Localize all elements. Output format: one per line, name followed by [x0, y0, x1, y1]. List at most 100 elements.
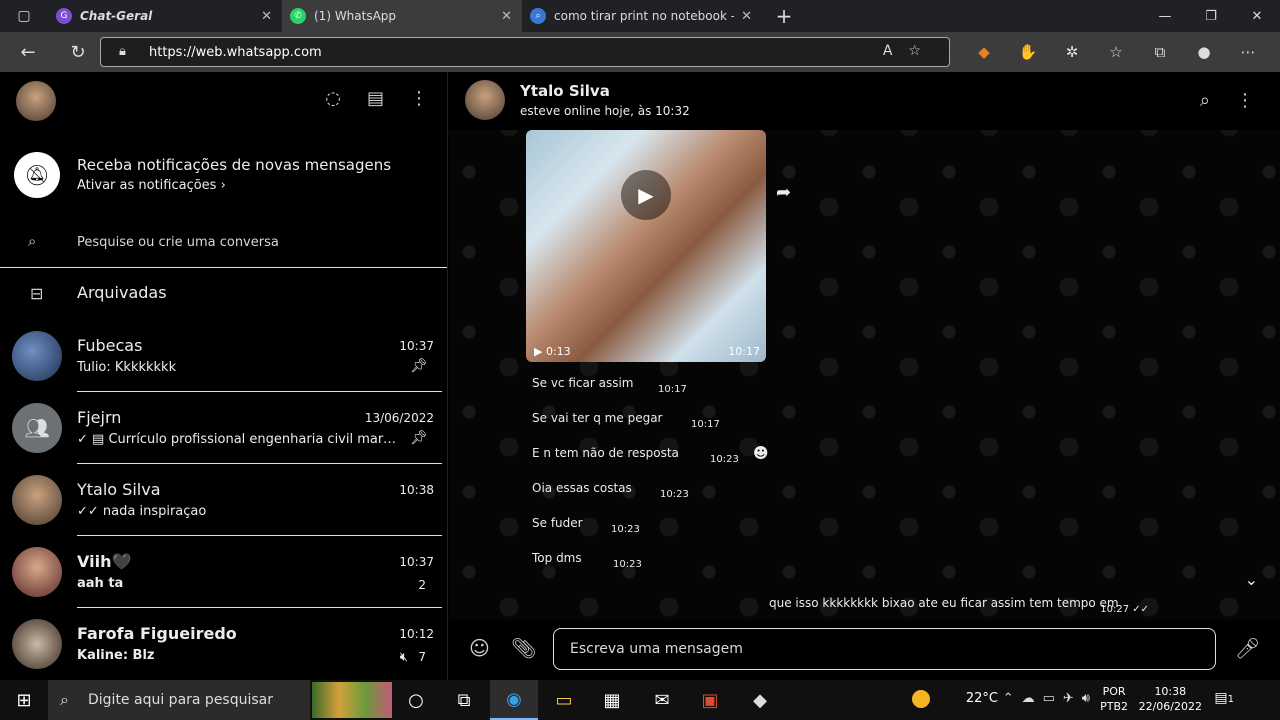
search-bar[interactable]: ⌕ Pesquise ou crie uma conversa [0, 218, 447, 268]
chat-list-panel: ◌ ▤ ⋮ 🔕︎ Receba notificações de novas me… [0, 72, 448, 680]
search-highlight-image [312, 682, 392, 718]
chat-item-ytalo-silva[interactable]: Ytalo Silva 10:38 ✓✓ nada inspiraçao [0, 464, 447, 536]
close-window-button[interactable]: ✕ [1234, 0, 1280, 32]
menu-icon[interactable]: ⋮ [410, 88, 428, 109]
video-message[interactable]: ▶ ▶ 0:13 10:17 [526, 130, 766, 362]
message-text: E n tem não de resposta [532, 446, 679, 460]
tab-whatsapp[interactable]: ✆ (1) WhatsApp ✕ [282, 0, 522, 32]
search-input[interactable]: Pesquise ou crie uma conversa [77, 235, 279, 250]
roblox-icon[interactable]: ◆ [736, 680, 784, 720]
pin-icon: 📌︎ [410, 430, 428, 446]
whatsapp-favicon-icon: ✆ [290, 8, 306, 24]
chat-item-fubecas[interactable]: Fubecas 10:37 Tulio: Kkkkkkkk 📌︎ [0, 320, 447, 392]
address-bar-row: ← ↻ 🔒︎ https://web.whatsapp.com A☆ ◆ ✋ ✲… [0, 32, 1280, 72]
tray-icons[interactable]: ⌃☁▭✈🔊︎ [1003, 691, 1098, 706]
muted-icon: 🔇︎ [399, 650, 408, 665]
tab-actions-icon[interactable]: ▢ [0, 0, 48, 32]
keyboard-layout: PTB2 [1100, 700, 1128, 713]
new-tab-button[interactable]: + [762, 0, 806, 32]
back-button[interactable]: ← [0, 32, 56, 72]
url-field[interactable]: 🔒︎ https://web.whatsapp.com A☆ [100, 37, 950, 67]
conversation-panel: Ytalo Silva esteve online hoje, às 10:32… [449, 72, 1280, 680]
forward-icon[interactable]: ➦ [776, 182, 791, 203]
cortana-icon[interactable]: ○ [392, 680, 440, 720]
store-icon[interactable]: ▦ [588, 680, 636, 720]
chat-name: Farofa Figueiredo [77, 624, 237, 643]
weather-temp[interactable]: 22°C [966, 691, 998, 706]
message-bubble: Se vc ficar assim 10:17 [526, 372, 696, 402]
chat-time: 13/06/2022 [364, 411, 434, 425]
microphone-icon[interactable]: 🎤︎ [1235, 636, 1260, 660]
metamask-extension-icon[interactable]: ◆ [962, 43, 1006, 61]
taskbar-search-input[interactable]: Digite aqui para pesquisar [88, 692, 273, 708]
chat-preview: aah ta [77, 576, 124, 591]
system-tray: 22°C ⌃☁▭✈🔊︎ POR PTB2 10:38 22/06/2022 ▤1 [880, 680, 1280, 720]
extensions-icon[interactable]: ✲ [1050, 43, 1094, 61]
conversation-header[interactable]: Ytalo Silva esteve online hoje, às 10:32… [449, 72, 1280, 130]
message-time: 10:17 [691, 419, 720, 430]
lock-icon: 🔒︎ [119, 44, 126, 59]
new-chat-icon[interactable]: ▤ [367, 88, 384, 109]
archived-row[interactable]: ⊟ Arquivadas [0, 268, 447, 320]
language-indicator[interactable]: POR PTB2 [1100, 684, 1128, 714]
conversation-header-icons: ⌕ ⋮ [1200, 90, 1254, 111]
chat-name: Ytalo Silva [77, 480, 161, 499]
collections-icon[interactable]: ⧉ [1138, 43, 1182, 61]
archive-icon: ⊟ [30, 284, 44, 303]
chat-time: 10:37 [399, 555, 434, 569]
taskbar-clock[interactable]: 10:38 22/06/2022 [1139, 684, 1202, 714]
read-aloud-favorites-icons[interactable]: A☆ [883, 43, 937, 59]
restore-button[interactable]: ❐ [1188, 0, 1234, 32]
play-icon[interactable]: ▶ [621, 170, 671, 220]
contact-avatar[interactable] [465, 80, 505, 120]
notifications-icon[interactable]: ▤1 [1214, 690, 1234, 706]
pin-icon: 📌︎ [410, 358, 428, 374]
favorites-icon[interactable]: ☆ [1094, 43, 1138, 61]
video-duration: ▶ 0:13 [534, 345, 571, 358]
emoji-icon[interactable]: ☺ [469, 636, 490, 660]
chat-time: 10:37 [399, 339, 434, 353]
adblock-extension-icon[interactable]: ✋ [1006, 43, 1050, 61]
file-explorer-icon[interactable]: ▭ [540, 680, 588, 720]
profile-avatar-icon[interactable]: ● [1182, 43, 1226, 61]
contact-name: Ytalo Silva [520, 82, 610, 100]
tab-chat-geral[interactable]: G Chat-Geral ✕ [48, 0, 282, 32]
task-view-icon[interactable]: ⧉ [440, 680, 488, 720]
mail-icon[interactable]: ✉ [638, 680, 686, 720]
close-icon[interactable]: ✕ [501, 9, 512, 24]
message-input[interactable]: Escreva uma mensagem [553, 628, 1216, 670]
close-icon[interactable]: ✕ [261, 9, 272, 24]
chat-item-farofa-figueiredo[interactable]: Farofa Figueiredo 10:12 Kaline: Blz 🔇︎ 7 [0, 608, 447, 680]
taskbar-search[interactable]: ⌕ Digite aqui para pesquisar [48, 680, 310, 720]
tab-search[interactable]: ⌕ como tirar print no notebook - P ✕ [522, 0, 762, 32]
reload-button[interactable]: ↻ [56, 32, 100, 72]
close-icon[interactable]: ✕ [741, 9, 752, 24]
notification-banner[interactable]: 🔕︎ Receba notificações de novas mensagen… [0, 142, 447, 202]
minimize-button[interactable]: — [1142, 0, 1188, 32]
message-bubble: E n tem não de resposta 10:23 [526, 442, 746, 472]
menu-icon[interactable]: ⋮ [1236, 90, 1254, 111]
windows-taskbar: ⊞ ⌕ Digite aqui para pesquisar ○ ⧉ ◉ ▭ ▦… [0, 680, 1280, 720]
message-bubble: Oia essas costas 10:23 [526, 477, 696, 507]
scroll-down-icon[interactable]: ⌄ [1245, 570, 1258, 589]
attach-icon[interactable]: 📎︎ [511, 636, 536, 660]
enable-notifications-link[interactable]: Ativar as notificações › [77, 178, 226, 193]
chat-preview: ✓ ▤ Currículo profissional engenharia ci… [77, 432, 397, 447]
status-icon[interactable]: ◌ [325, 88, 341, 109]
more-options-icon[interactable]: ⋯ [1226, 43, 1270, 61]
message-text: Oia essas costas [532, 481, 632, 495]
search-icon[interactable]: ⌕ [1200, 90, 1210, 111]
chat-preview: Tulio: Kkkkkkkk [77, 360, 177, 375]
message-time: 10:27 ✓✓ [1100, 604, 1149, 615]
edge-taskbar-icon[interactable]: ◉ [490, 680, 538, 720]
reaction-emoji-icon[interactable]: ☻ [753, 444, 769, 462]
my-profile-avatar[interactable] [16, 81, 56, 121]
chat-item-fjejrn[interactable]: 👥︎ Fjejrn 13/06/2022 ✓ ▤ Currículo profi… [0, 392, 447, 464]
contact-status: esteve online hoje, às 10:32 [520, 104, 690, 118]
windows-start-icon[interactable]: ⊞ [0, 680, 48, 720]
avatar [12, 619, 62, 669]
chat-item-viih[interactable]: Viih🖤 10:37 aah ta 2 [0, 536, 447, 608]
message-text: que isso kkkkkkkk bixao ate eu ficar ass… [769, 596, 1119, 610]
window-controls: — ❐ ✕ [1142, 0, 1280, 32]
office-icon[interactable]: ▣ [686, 680, 734, 720]
